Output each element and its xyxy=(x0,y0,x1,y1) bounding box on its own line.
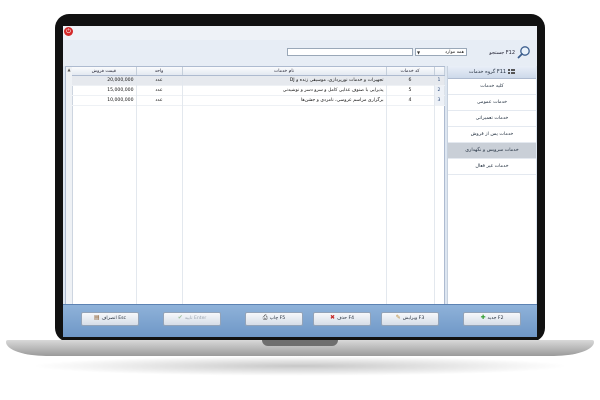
group-item-general[interactable]: خدمات عمومی xyxy=(448,95,536,111)
x-icon: ✖ xyxy=(329,313,335,321)
header-code[interactable]: کد خدمات xyxy=(386,67,435,76)
cell-price: 15,000,000 xyxy=(72,85,137,96)
exit-icon: ▤ xyxy=(93,313,100,321)
table-header-row: قیمت فروش واحد نام خدمات کد خدمات xyxy=(72,67,445,76)
app-logo-icon[interactable]: ⏻ xyxy=(64,27,73,36)
header-unit[interactable]: واحد xyxy=(136,67,183,76)
cell-code: 4 xyxy=(386,95,435,106)
plus-icon: ✚ xyxy=(480,313,486,321)
cancel-button[interactable]: ▤ انصراف Esc xyxy=(81,312,139,326)
cell-unit: عدد xyxy=(136,85,183,96)
printer-icon: ⎙ xyxy=(262,313,268,321)
laptop-shadow xyxy=(30,356,570,376)
cell-index: 1 xyxy=(434,75,445,86)
chevron-down-icon[interactable]: ▼ xyxy=(417,49,420,57)
group-item-maintenance[interactable]: خدمات سرویس و نگهداری xyxy=(448,143,536,159)
cell-price: 10,000,000 xyxy=(72,95,137,106)
table-row[interactable]: 10,000,000 عدد برگزاری مراسم عروسی، نامز… xyxy=(72,95,445,106)
magnifier-icon[interactable] xyxy=(517,45,531,59)
services-grid: قیمت فروش واحد نام خدمات کد خدمات 20,000… xyxy=(72,67,445,106)
cell-unit: عدد xyxy=(136,95,183,106)
group-item-inactive[interactable]: خدمات غیر فعال xyxy=(448,159,536,175)
search-input[interactable] xyxy=(287,48,413,56)
cell-name: برگزاری مراسم عروسی، نامزدی و جشن‌ها xyxy=(182,95,387,106)
delete-button-label: حذف F4 xyxy=(336,316,355,321)
cell-unit: عدد xyxy=(136,75,183,86)
title-bar: ⏻ xyxy=(63,26,537,40)
app-window: ⏻ جستجو F12 همه موارد ▼ ▲ قیمت فروش واحد… xyxy=(63,26,537,336)
search-label: جستجو F12 xyxy=(489,50,515,56)
header-index xyxy=(434,67,445,76)
column-divider xyxy=(386,76,387,308)
print-button-label: چاپ F5 xyxy=(269,316,286,321)
filter-selected-value: همه موارد xyxy=(445,50,464,55)
group-header-label: گروه خدمات F11 xyxy=(468,69,507,75)
grid-icon xyxy=(508,69,516,74)
cell-name: پذیرایی با صنوف غذایی کامل و سرو دسر و ن… xyxy=(182,85,387,96)
header-name[interactable]: نام خدمات xyxy=(182,67,387,76)
new-button-label: جدید F2 xyxy=(487,316,504,321)
group-panel-header[interactable]: گروه خدمات F11 xyxy=(448,66,536,79)
cell-code: 6 xyxy=(386,75,435,86)
cell-index: 2 xyxy=(434,85,445,96)
column-divider xyxy=(136,76,137,308)
edit-button-label: ویرایش F3 xyxy=(402,316,425,321)
bottom-toolbar: ✚ جدید F2 ✎ ویرایش F3 ✖ حذف F4 ⎙ چاپ F5 ✔ تای… xyxy=(63,304,537,337)
confirm-button[interactable]: ✔ تایید Enter xyxy=(163,312,221,326)
column-divider xyxy=(434,76,435,308)
filter-select[interactable]: همه موارد ▼ xyxy=(415,48,467,56)
confirm-button-label: تایید Enter xyxy=(184,316,207,321)
table-row[interactable]: 15,000,000 عدد پذیرایی با صنوف غذایی کام… xyxy=(72,85,445,96)
cell-price: 20,000,000 xyxy=(72,75,137,86)
cancel-button-label: انصراف Esc xyxy=(101,316,127,321)
column-divider xyxy=(182,76,183,308)
edit-button[interactable]: ✎ ویرایش F3 xyxy=(381,312,439,326)
table-row[interactable]: 20,000,000 عدد تجهیزات و خدمات نورپردازی… xyxy=(72,75,445,86)
cell-code: 5 xyxy=(386,85,435,96)
cell-index: 3 xyxy=(434,95,445,106)
laptop-notch xyxy=(262,340,338,346)
service-groups-panel: گروه خدمات F11 کلیه خدمات خدمات عمومی خد… xyxy=(447,66,536,330)
header-price[interactable]: قیمت فروش xyxy=(72,67,137,76)
group-item-all[interactable]: کلیه خدمات xyxy=(448,79,536,95)
search-bar: جستجو F12 همه موارد ▼ xyxy=(63,40,537,66)
group-item-repair[interactable]: خدمات تعمیراتی xyxy=(448,111,536,127)
delete-button[interactable]: ✖ حذف F4 xyxy=(313,312,371,326)
new-button[interactable]: ✚ جدید F2 xyxy=(463,312,521,326)
group-item-after-sales[interactable]: خدمات پس از فروش xyxy=(448,127,536,143)
check-icon: ✔ xyxy=(177,313,183,321)
pencil-icon: ✎ xyxy=(395,313,401,321)
services-table: ▲ قیمت فروش واحد نام خدمات کد خدمات 20,0… xyxy=(65,66,445,314)
cell-name: تجهیزات و خدمات نورپردازی، موسیقی زنده و… xyxy=(182,75,387,86)
print-button[interactable]: ⎙ چاپ F5 xyxy=(245,312,303,326)
